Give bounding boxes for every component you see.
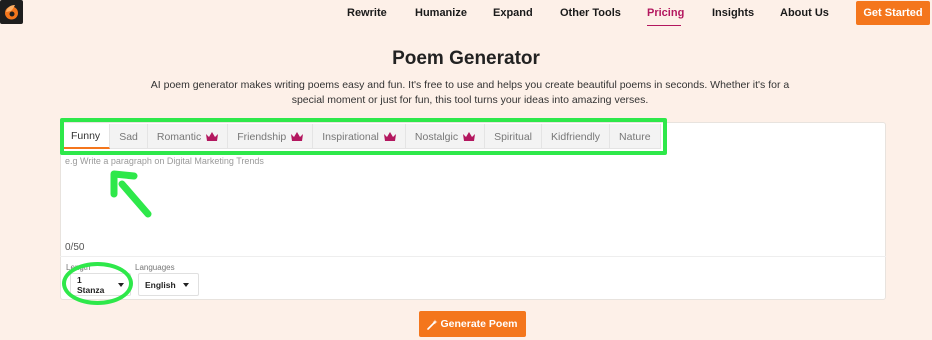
nav-active-underline (647, 25, 681, 26)
tab-romantic[interactable]: Romantic (148, 124, 229, 149)
tab-label: Inspirational (322, 130, 379, 143)
nav-other-tools[interactable]: Other Tools (560, 7, 621, 19)
tab-inspirational[interactable]: Inspirational (313, 124, 406, 149)
crown-icon (463, 132, 476, 141)
caret-down-icon (182, 282, 189, 287)
tab-sad[interactable]: Sad (110, 124, 148, 149)
poem-topic-input[interactable] (63, 155, 883, 250)
language-select[interactable]: English (138, 273, 199, 296)
tab-funny[interactable]: Funny (62, 124, 111, 149)
tab-nostalgic[interactable]: Nostalgic (406, 124, 486, 149)
top-navbar: Rewrite Humanize Expand Other Tools Pric… (0, 0, 932, 27)
options-divider (60, 256, 886, 257)
languages-label: Languages (135, 263, 175, 272)
crown-icon (291, 132, 304, 141)
tab-label: Nostalgic (414, 130, 459, 143)
nav-rewrite[interactable]: Rewrite (347, 7, 387, 19)
tab-label: Kidfriendly (551, 130, 601, 143)
crown-icon (383, 132, 396, 141)
tab-label: Friendship (237, 130, 287, 143)
nav-expand[interactable]: Expand (493, 7, 533, 19)
logo-icon (5, 5, 18, 20)
tab-label: Funny (71, 129, 101, 142)
nav-pricing[interactable]: Pricing (647, 7, 684, 19)
length-value: 1 Stanza (77, 274, 105, 295)
tab-friendship[interactable]: Friendship (228, 124, 314, 149)
tab-label: Spiritual (494, 130, 533, 143)
page-subtitle: AI poem generator makes writing poems ea… (150, 79, 790, 106)
crown-icon (206, 132, 219, 141)
tab-nature[interactable]: Nature (610, 124, 661, 149)
nav-about-us[interactable]: About Us (780, 7, 829, 19)
tab-label: Romantic (156, 130, 202, 143)
caret-down-icon (118, 282, 124, 287)
length-select[interactable]: 1 Stanza (70, 273, 131, 296)
generate-poem-button[interactable]: Generate Poem (419, 311, 526, 337)
magic-wand-icon (427, 319, 438, 330)
poem-style-tabs: Funny Sad Romantic Friendship Inspiratio… (62, 124, 661, 149)
language-value: English (145, 279, 176, 290)
nav-humanize[interactable]: Humanize (415, 7, 467, 19)
tab-spiritual[interactable]: Spiritual (485, 124, 543, 149)
generate-poem-label: Generate Poem (440, 318, 518, 330)
nav-insights[interactable]: Insights (712, 7, 754, 19)
page-title: Poem Generator (392, 48, 540, 69)
get-started-button[interactable]: Get Started (856, 1, 930, 25)
character-counter: 0/50 (65, 242, 85, 253)
length-label: Length (66, 263, 91, 272)
annotation-arrow-icon (110, 170, 152, 218)
logo[interactable] (0, 0, 23, 24)
tab-label: Sad (119, 130, 138, 143)
tab-label: Nature (619, 130, 651, 143)
tab-kidfriendly[interactable]: Kidfriendly (542, 124, 611, 149)
